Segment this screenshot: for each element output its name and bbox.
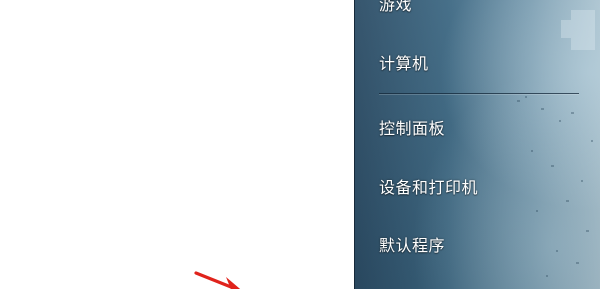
screenshot-canvas: 游戏 计算机 控制面板 设备和打印机 默认程序 bbox=[0, 0, 600, 289]
menu-item-default-programs[interactable]: 默认程序 bbox=[367, 224, 589, 264]
menu-item-computer[interactable]: 计算机 bbox=[367, 42, 589, 82]
menu-item-label: 控制面板 bbox=[379, 119, 446, 138]
menu-item-devices-and-printers[interactable]: 设备和打印机 bbox=[367, 166, 589, 206]
menu-item-games[interactable]: 游戏 bbox=[367, 0, 589, 23]
start-menu-right-pane: 游戏 计算机 控制面板 设备和打印机 默认程序 bbox=[354, 0, 600, 289]
menu-item-label: 默认程序 bbox=[379, 236, 446, 255]
menu-item-label: 计算机 bbox=[379, 54, 429, 73]
menu-separator bbox=[379, 93, 579, 95]
menu-item-label: 游戏 bbox=[379, 0, 413, 14]
menu-item-label: 设备和打印机 bbox=[379, 178, 479, 197]
menu-item-control-panel[interactable]: 控制面板 bbox=[367, 107, 589, 147]
